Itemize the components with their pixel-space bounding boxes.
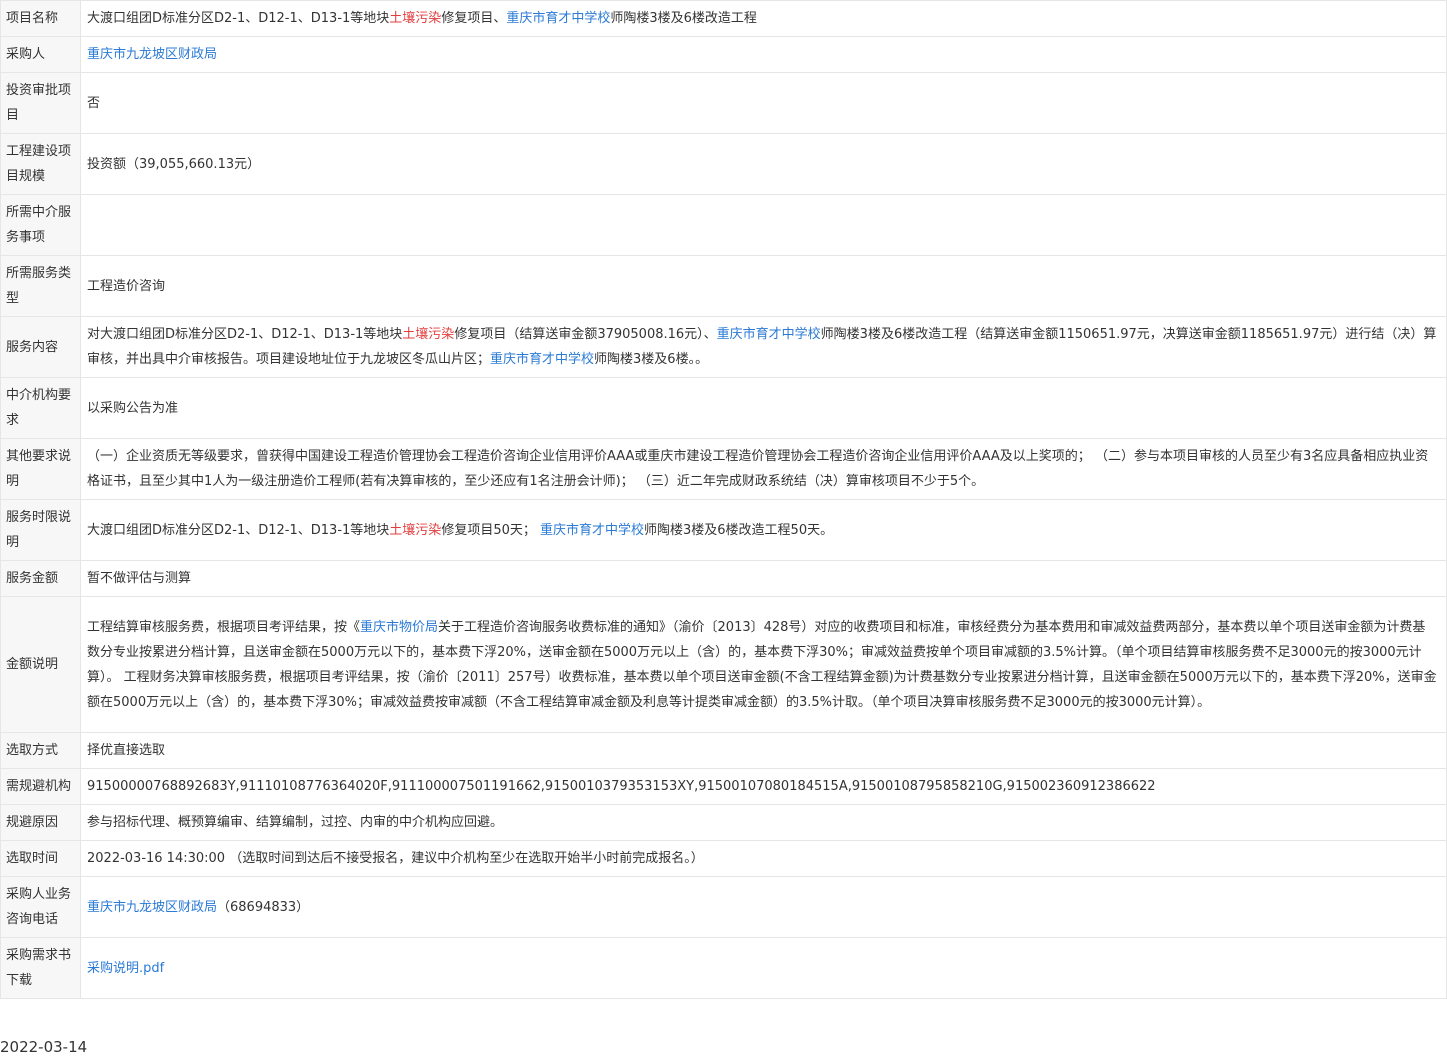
label-time-limit: 服务时限说明: [0, 499, 81, 561]
label-amount-desc: 金额说明: [0, 596, 81, 733]
label-scale: 工程建设项目规模: [0, 133, 81, 195]
value-avoid-agencies: 91500000768892683Y,91110108776364020F,91…: [80, 768, 1447, 805]
label-selection-method: 选取方式: [0, 732, 81, 769]
text-segment: 师陶楼3楼及6楼改造工程50天。: [644, 522, 834, 538]
phone-number: （68694833）: [217, 899, 310, 915]
value-project-name: 大渡口组团D标准分区D2-1、D12-1、D13-1等地块土壤污染修复项目、重庆…: [80, 0, 1447, 37]
project-info-table: 项目名称 大渡口组团D标准分区D2-1、D12-1、D13-1等地块土壤污染修复…: [0, 0, 1447, 999]
label-project-name: 项目名称: [0, 0, 81, 37]
text-segment: 大渡口组团D标准分区D2-1、D12-1、D13-1等地块: [87, 522, 390, 538]
label-agency-req: 中介机构要求: [0, 377, 81, 439]
text-segment: 师陶楼3楼及6楼。。: [594, 352, 709, 367]
label-avoid-agencies: 需规避机构: [0, 768, 81, 805]
purchaser-link[interactable]: 重庆市九龙坡区财政局: [87, 47, 217, 62]
value-selection-method: 择优直接选取: [80, 732, 1447, 769]
row-other-req: 其他要求说明 （一）企业资质无等级要求，曾获得中国建设工程造价管理协会工程造价咨…: [0, 438, 1447, 500]
value-service-type: 工程造价咨询: [80, 255, 1447, 317]
label-purchaser: 采购人: [0, 36, 81, 73]
label-investment-approval: 投资审批项目: [0, 72, 81, 134]
text-segment: 修复项目50天；: [441, 522, 540, 538]
keyword-highlight: 土壤污染: [389, 522, 442, 538]
row-service-items: 所需中介服务事项: [0, 194, 1447, 256]
value-agency-req: 以采购公告为准: [80, 377, 1447, 439]
text-segment: 工程结算审核服务费，根据项目考评结果，按《: [87, 619, 361, 635]
value-amount-desc: 工程结算审核服务费，根据项目考评结果，按《重庆市物价局关于工程造价咨询服务收费标…: [80, 596, 1447, 733]
label-selection-time: 选取时间: [0, 840, 81, 877]
row-time-limit: 服务时限说明 大渡口组团D标准分区D2-1、D12-1、D13-1等地块土壤污染…: [0, 499, 1447, 561]
label-avoid-reason: 规避原因: [0, 804, 81, 841]
row-service-type: 所需服务类型 工程造价咨询: [0, 255, 1447, 317]
row-avoid-agencies: 需规避机构 91500000768892683Y,911101087763640…: [0, 768, 1447, 805]
row-selection-time: 选取时间 2022-03-16 14:30:00 （选取时间到达后不接受报名，建…: [0, 840, 1447, 877]
value-scale: 投资额（39,055,660.13元）: [80, 133, 1447, 195]
text-segment: 师陶楼3楼及6楼改造工程: [610, 11, 757, 26]
value-time-limit: 大渡口组团D标准分区D2-1、D12-1、D13-1等地块土壤污染修复项目50天…: [80, 499, 1447, 561]
label-other-req: 其他要求说明: [0, 438, 81, 500]
row-download: 采购需求书下载 采购说明.pdf: [0, 937, 1447, 999]
row-avoid-reason: 规避原因 参与招标代理、概预算编审、结算编制，过控、内审的中介机构应回避。: [0, 804, 1447, 841]
school-link[interactable]: 重庆市育才中学校: [506, 11, 610, 26]
price-bureau-link[interactable]: 重庆市物价局: [360, 620, 438, 635]
row-service-content: 服务内容 对大渡口组团D标准分区D2-1、D12-1、D13-1等地块土壤污染修…: [0, 316, 1447, 378]
publish-date: 2022-03-14: [0, 1038, 88, 1056]
row-consult-phone: 采购人业务咨询电话 重庆市九龙坡区财政局（68694833）: [0, 876, 1447, 938]
row-project-name: 项目名称 大渡口组团D标准分区D2-1、D12-1、D13-1等地块土壤污染修复…: [0, 0, 1447, 37]
row-amount: 服务金额 暂不做评估与测算: [0, 560, 1447, 597]
row-investment-approval: 投资审批项目 否: [0, 72, 1447, 134]
text-segment: 修复项目（结算送审金额37905008.16元）、: [454, 327, 717, 342]
text-segment: 对大渡口组团D标准分区D2-1、D12-1、D13-1等地块: [87, 327, 403, 342]
label-service-items: 所需中介服务事项: [0, 194, 81, 256]
pdf-download-link[interactable]: 采购说明.pdf: [87, 961, 164, 976]
value-consult-phone: 重庆市九龙坡区财政局（68694833）: [80, 876, 1447, 938]
value-download: 采购说明.pdf: [80, 937, 1447, 999]
label-amount: 服务金额: [0, 560, 81, 597]
row-agency-req: 中介机构要求 以采购公告为准: [0, 377, 1447, 439]
value-amount: 暂不做评估与测算: [80, 560, 1447, 597]
label-consult-phone: 采购人业务咨询电话: [0, 876, 81, 938]
row-selection-method: 选取方式 择优直接选取: [0, 732, 1447, 769]
keyword-highlight: 土壤污染: [389, 11, 442, 26]
value-service-items: [80, 194, 1447, 256]
purchaser-link[interactable]: 重庆市九龙坡区财政局: [87, 900, 217, 915]
value-other-req: （一）企业资质无等级要求，曾获得中国建设工程造价管理协会工程造价咨询企业信用评价…: [80, 438, 1447, 500]
label-service-content: 服务内容: [0, 316, 81, 378]
value-selection-time: 2022-03-16 14:30:00 （选取时间到达后不接受报名，建议中介机构…: [80, 840, 1447, 877]
row-purchaser: 采购人 重庆市九龙坡区财政局: [0, 36, 1447, 73]
value-avoid-reason: 参与招标代理、概预算编审、结算编制，过控、内审的中介机构应回避。: [80, 804, 1447, 841]
value-service-content: 对大渡口组团D标准分区D2-1、D12-1、D13-1等地块土壤污染修复项目（结…: [80, 316, 1447, 378]
keyword-highlight: 土壤污染: [402, 327, 455, 342]
label-download: 采购需求书下载: [0, 937, 81, 999]
school-link[interactable]: 重庆市育才中学校: [717, 327, 821, 342]
text-segment: 修复项目、: [441, 11, 507, 26]
row-amount-desc: 金额说明 工程结算审核服务费，根据项目考评结果，按《重庆市物价局关于工程造价咨询…: [0, 596, 1447, 733]
text-segment: 大渡口组团D标准分区D2-1、D12-1、D13-1等地块: [87, 11, 390, 26]
label-service-type: 所需服务类型: [0, 255, 81, 317]
value-investment-approval: 否: [80, 72, 1447, 134]
school-link[interactable]: 重庆市育才中学校: [490, 352, 594, 367]
value-purchaser: 重庆市九龙坡区财政局: [80, 36, 1447, 73]
school-link[interactable]: 重庆市育才中学校: [540, 523, 644, 538]
row-scale: 工程建设项目规模 投资额（39,055,660.13元）: [0, 133, 1447, 195]
